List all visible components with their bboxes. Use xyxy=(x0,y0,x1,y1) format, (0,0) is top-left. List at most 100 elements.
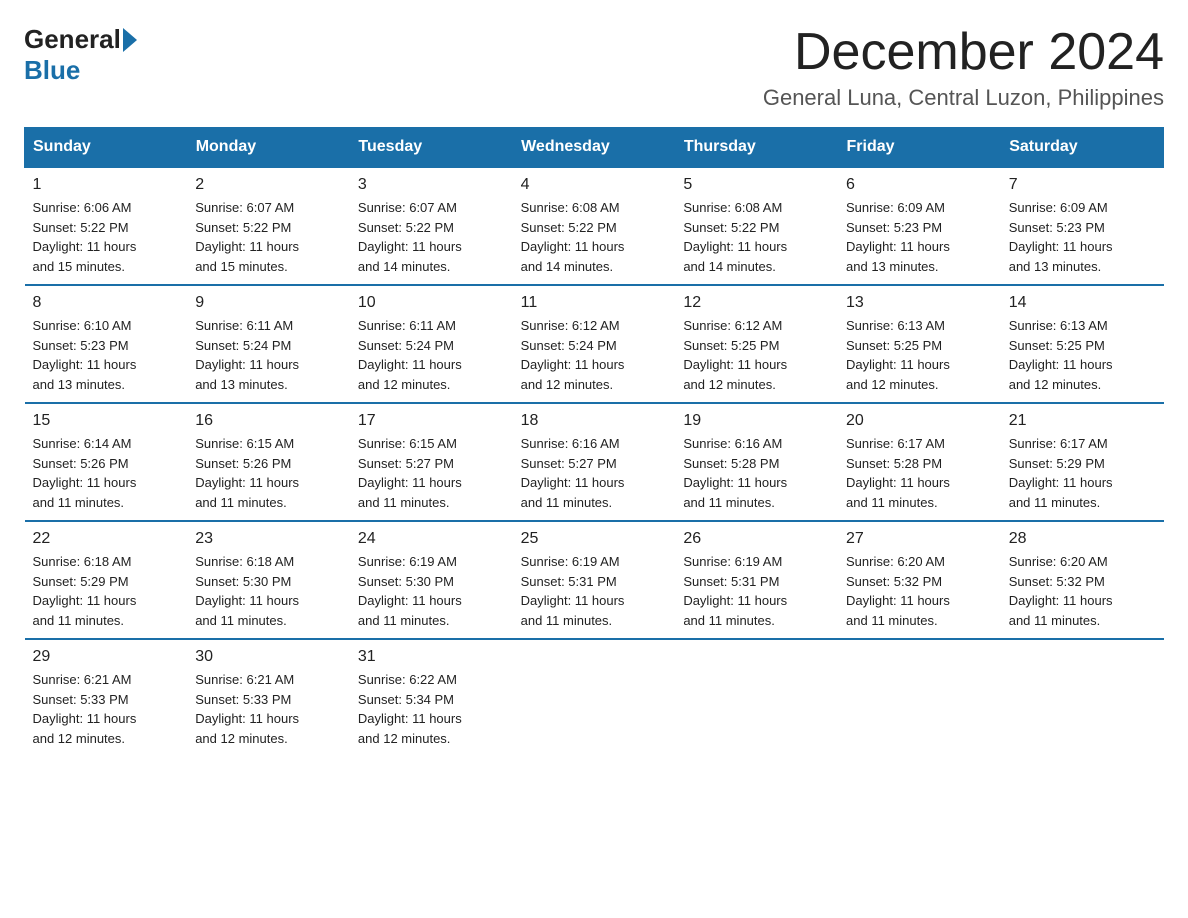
header-saturday: Saturday xyxy=(1001,128,1164,168)
day-number: 10 xyxy=(358,294,505,312)
day-info: Sunrise: 6:17 AMSunset: 5:29 PMDaylight:… xyxy=(1009,434,1156,512)
calendar-cell: 28 Sunrise: 6:20 AMSunset: 5:32 PMDaylig… xyxy=(1001,521,1164,639)
day-number: 20 xyxy=(846,412,993,430)
logo-text: General xyxy=(24,24,139,55)
day-number: 14 xyxy=(1009,294,1156,312)
day-info: Sunrise: 6:20 AMSunset: 5:32 PMDaylight:… xyxy=(846,552,993,630)
calendar-cell: 19 Sunrise: 6:16 AMSunset: 5:28 PMDaylig… xyxy=(675,403,838,521)
calendar-cell: 7 Sunrise: 6:09 AMSunset: 5:23 PMDayligh… xyxy=(1001,167,1164,285)
calendar-cell: 11 Sunrise: 6:12 AMSunset: 5:24 PMDaylig… xyxy=(513,285,676,403)
day-info: Sunrise: 6:08 AMSunset: 5:22 PMDaylight:… xyxy=(683,198,830,276)
day-number: 1 xyxy=(33,176,180,194)
month-title: December 2024 xyxy=(763,24,1164,81)
day-info: Sunrise: 6:14 AMSunset: 5:26 PMDaylight:… xyxy=(33,434,180,512)
calendar-cell: 27 Sunrise: 6:20 AMSunset: 5:32 PMDaylig… xyxy=(838,521,1001,639)
day-info: Sunrise: 6:18 AMSunset: 5:30 PMDaylight:… xyxy=(195,552,342,630)
day-number: 8 xyxy=(33,294,180,312)
calendar-cell: 8 Sunrise: 6:10 AMSunset: 5:23 PMDayligh… xyxy=(25,285,188,403)
day-info: Sunrise: 6:09 AMSunset: 5:23 PMDaylight:… xyxy=(1009,198,1156,276)
logo-arrow-icon xyxy=(123,28,137,52)
header-monday: Monday xyxy=(187,128,350,168)
day-info: Sunrise: 6:13 AMSunset: 5:25 PMDaylight:… xyxy=(846,316,993,394)
page-header: General Blue December 2024 General Luna,… xyxy=(24,24,1164,111)
calendar-cell: 21 Sunrise: 6:17 AMSunset: 5:29 PMDaylig… xyxy=(1001,403,1164,521)
day-info: Sunrise: 6:22 AMSunset: 5:34 PMDaylight:… xyxy=(358,670,505,748)
day-info: Sunrise: 6:16 AMSunset: 5:27 PMDaylight:… xyxy=(521,434,668,512)
day-number: 27 xyxy=(846,530,993,548)
day-number: 18 xyxy=(521,412,668,430)
day-number: 3 xyxy=(358,176,505,194)
day-number: 7 xyxy=(1009,176,1156,194)
week-row-2: 8 Sunrise: 6:10 AMSunset: 5:23 PMDayligh… xyxy=(25,285,1164,403)
day-info: Sunrise: 6:12 AMSunset: 5:25 PMDaylight:… xyxy=(683,316,830,394)
day-info: Sunrise: 6:19 AMSunset: 5:30 PMDaylight:… xyxy=(358,552,505,630)
calendar-cell: 16 Sunrise: 6:15 AMSunset: 5:26 PMDaylig… xyxy=(187,403,350,521)
day-info: Sunrise: 6:19 AMSunset: 5:31 PMDaylight:… xyxy=(521,552,668,630)
calendar-cell xyxy=(838,639,1001,756)
calendar-cell: 17 Sunrise: 6:15 AMSunset: 5:27 PMDaylig… xyxy=(350,403,513,521)
day-number: 22 xyxy=(33,530,180,548)
day-info: Sunrise: 6:15 AMSunset: 5:27 PMDaylight:… xyxy=(358,434,505,512)
calendar-cell xyxy=(513,639,676,756)
day-number: 11 xyxy=(521,294,668,312)
day-info: Sunrise: 6:21 AMSunset: 5:33 PMDaylight:… xyxy=(195,670,342,748)
day-number: 4 xyxy=(521,176,668,194)
day-number: 24 xyxy=(358,530,505,548)
calendar-table: SundayMondayTuesdayWednesdayThursdayFrid… xyxy=(24,127,1164,756)
day-info: Sunrise: 6:19 AMSunset: 5:31 PMDaylight:… xyxy=(683,552,830,630)
calendar-cell xyxy=(1001,639,1164,756)
day-number: 12 xyxy=(683,294,830,312)
header-thursday: Thursday xyxy=(675,128,838,168)
calendar-cell: 23 Sunrise: 6:18 AMSunset: 5:30 PMDaylig… xyxy=(187,521,350,639)
day-number: 25 xyxy=(521,530,668,548)
day-info: Sunrise: 6:18 AMSunset: 5:29 PMDaylight:… xyxy=(33,552,180,630)
day-info: Sunrise: 6:08 AMSunset: 5:22 PMDaylight:… xyxy=(521,198,668,276)
calendar-cell: 3 Sunrise: 6:07 AMSunset: 5:22 PMDayligh… xyxy=(350,167,513,285)
day-number: 21 xyxy=(1009,412,1156,430)
calendar-cell: 20 Sunrise: 6:17 AMSunset: 5:28 PMDaylig… xyxy=(838,403,1001,521)
week-row-4: 22 Sunrise: 6:18 AMSunset: 5:29 PMDaylig… xyxy=(25,521,1164,639)
calendar-cell: 22 Sunrise: 6:18 AMSunset: 5:29 PMDaylig… xyxy=(25,521,188,639)
day-info: Sunrise: 6:06 AMSunset: 5:22 PMDaylight:… xyxy=(33,198,180,276)
calendar-cell: 2 Sunrise: 6:07 AMSunset: 5:22 PMDayligh… xyxy=(187,167,350,285)
logo-general-text: General xyxy=(24,24,121,55)
title-section: December 2024 General Luna, Central Luzo… xyxy=(763,24,1164,111)
day-info: Sunrise: 6:16 AMSunset: 5:28 PMDaylight:… xyxy=(683,434,830,512)
calendar-cell: 25 Sunrise: 6:19 AMSunset: 5:31 PMDaylig… xyxy=(513,521,676,639)
day-number: 2 xyxy=(195,176,342,194)
header-wednesday: Wednesday xyxy=(513,128,676,168)
day-number: 23 xyxy=(195,530,342,548)
calendar-cell: 12 Sunrise: 6:12 AMSunset: 5:25 PMDaylig… xyxy=(675,285,838,403)
calendar-cell: 10 Sunrise: 6:11 AMSunset: 5:24 PMDaylig… xyxy=(350,285,513,403)
day-number: 31 xyxy=(358,648,505,666)
day-info: Sunrise: 6:21 AMSunset: 5:33 PMDaylight:… xyxy=(33,670,180,748)
location-title: General Luna, Central Luzon, Philippines xyxy=(763,85,1164,111)
day-number: 15 xyxy=(33,412,180,430)
day-info: Sunrise: 6:07 AMSunset: 5:22 PMDaylight:… xyxy=(195,198,342,276)
calendar-cell: 4 Sunrise: 6:08 AMSunset: 5:22 PMDayligh… xyxy=(513,167,676,285)
calendar-cell: 30 Sunrise: 6:21 AMSunset: 5:33 PMDaylig… xyxy=(187,639,350,756)
day-number: 6 xyxy=(846,176,993,194)
calendar-cell: 13 Sunrise: 6:13 AMSunset: 5:25 PMDaylig… xyxy=(838,285,1001,403)
calendar-cell: 26 Sunrise: 6:19 AMSunset: 5:31 PMDaylig… xyxy=(675,521,838,639)
day-info: Sunrise: 6:10 AMSunset: 5:23 PMDaylight:… xyxy=(33,316,180,394)
day-number: 19 xyxy=(683,412,830,430)
header-tuesday: Tuesday xyxy=(350,128,513,168)
day-info: Sunrise: 6:11 AMSunset: 5:24 PMDaylight:… xyxy=(195,316,342,394)
day-info: Sunrise: 6:09 AMSunset: 5:23 PMDaylight:… xyxy=(846,198,993,276)
calendar-cell: 1 Sunrise: 6:06 AMSunset: 5:22 PMDayligh… xyxy=(25,167,188,285)
header-friday: Friday xyxy=(838,128,1001,168)
day-number: 5 xyxy=(683,176,830,194)
calendar-cell: 15 Sunrise: 6:14 AMSunset: 5:26 PMDaylig… xyxy=(25,403,188,521)
calendar-cell: 6 Sunrise: 6:09 AMSunset: 5:23 PMDayligh… xyxy=(838,167,1001,285)
day-number: 30 xyxy=(195,648,342,666)
week-row-1: 1 Sunrise: 6:06 AMSunset: 5:22 PMDayligh… xyxy=(25,167,1164,285)
calendar-cell: 9 Sunrise: 6:11 AMSunset: 5:24 PMDayligh… xyxy=(187,285,350,403)
day-info: Sunrise: 6:07 AMSunset: 5:22 PMDaylight:… xyxy=(358,198,505,276)
day-info: Sunrise: 6:15 AMSunset: 5:26 PMDaylight:… xyxy=(195,434,342,512)
calendar-header-row: SundayMondayTuesdayWednesdayThursdayFrid… xyxy=(25,128,1164,168)
calendar-cell: 24 Sunrise: 6:19 AMSunset: 5:30 PMDaylig… xyxy=(350,521,513,639)
logo-blue-text: Blue xyxy=(24,55,80,86)
day-info: Sunrise: 6:13 AMSunset: 5:25 PMDaylight:… xyxy=(1009,316,1156,394)
calendar-cell: 14 Sunrise: 6:13 AMSunset: 5:25 PMDaylig… xyxy=(1001,285,1164,403)
